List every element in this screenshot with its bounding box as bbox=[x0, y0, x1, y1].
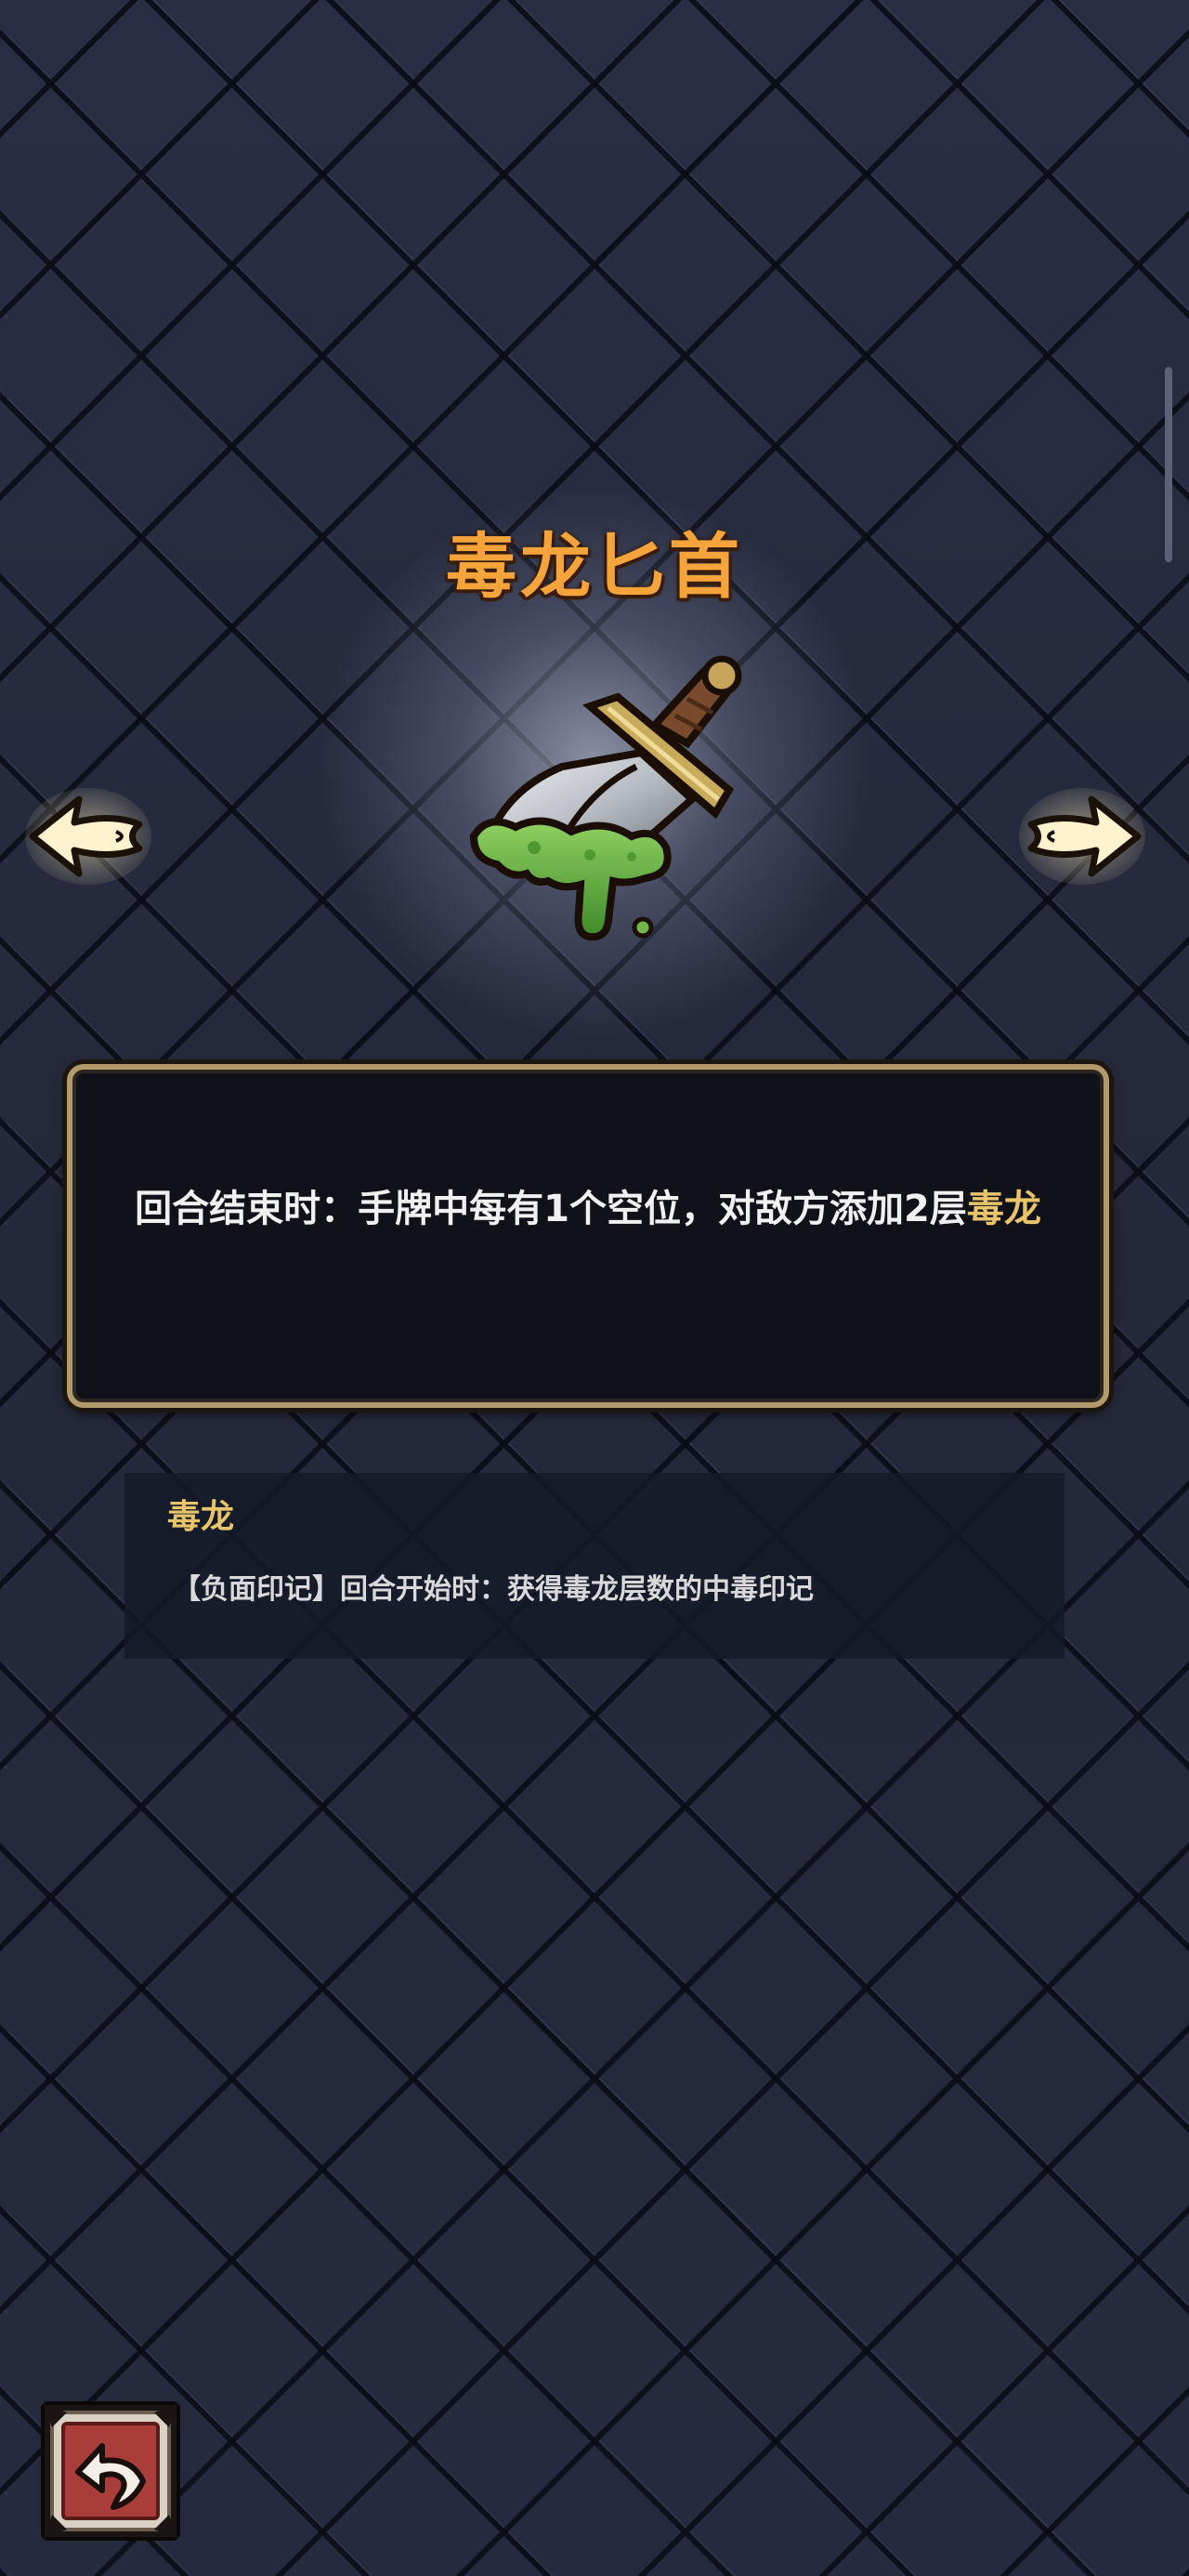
item-description-box: 回合结束时：手牌中每有1个空位，对敌方添加2层毒龙 bbox=[67, 1064, 1109, 1408]
keyword-tooltip-title: 毒龙 bbox=[167, 1498, 235, 1536]
next-item-button[interactable] bbox=[1017, 785, 1147, 887]
keyword-tooltip: 毒龙 【负面印记】回合开始时：获得毒龙层数的中毒印记 bbox=[124, 1473, 1065, 1659]
poison-dagger-icon bbox=[469, 655, 742, 941]
keyword-poison-dragon[interactable]: 毒龙 bbox=[967, 1188, 1041, 1230]
item-title: 毒龙匕首 bbox=[446, 525, 743, 608]
prev-item-button[interactable] bbox=[23, 785, 153, 887]
back-button[interactable] bbox=[39, 2399, 182, 2543]
item-description: 回合结束时：手牌中每有1个空位，对敌方添加2层毒龙 bbox=[128, 1183, 1048, 1235]
keyword-tooltip-description: 【负面印记】回合开始时：获得毒龙层数的中毒印记 bbox=[173, 1573, 814, 1606]
item-description-main: 回合结束时：手牌中每有1个空位，对敌方添加2层 bbox=[135, 1188, 967, 1230]
